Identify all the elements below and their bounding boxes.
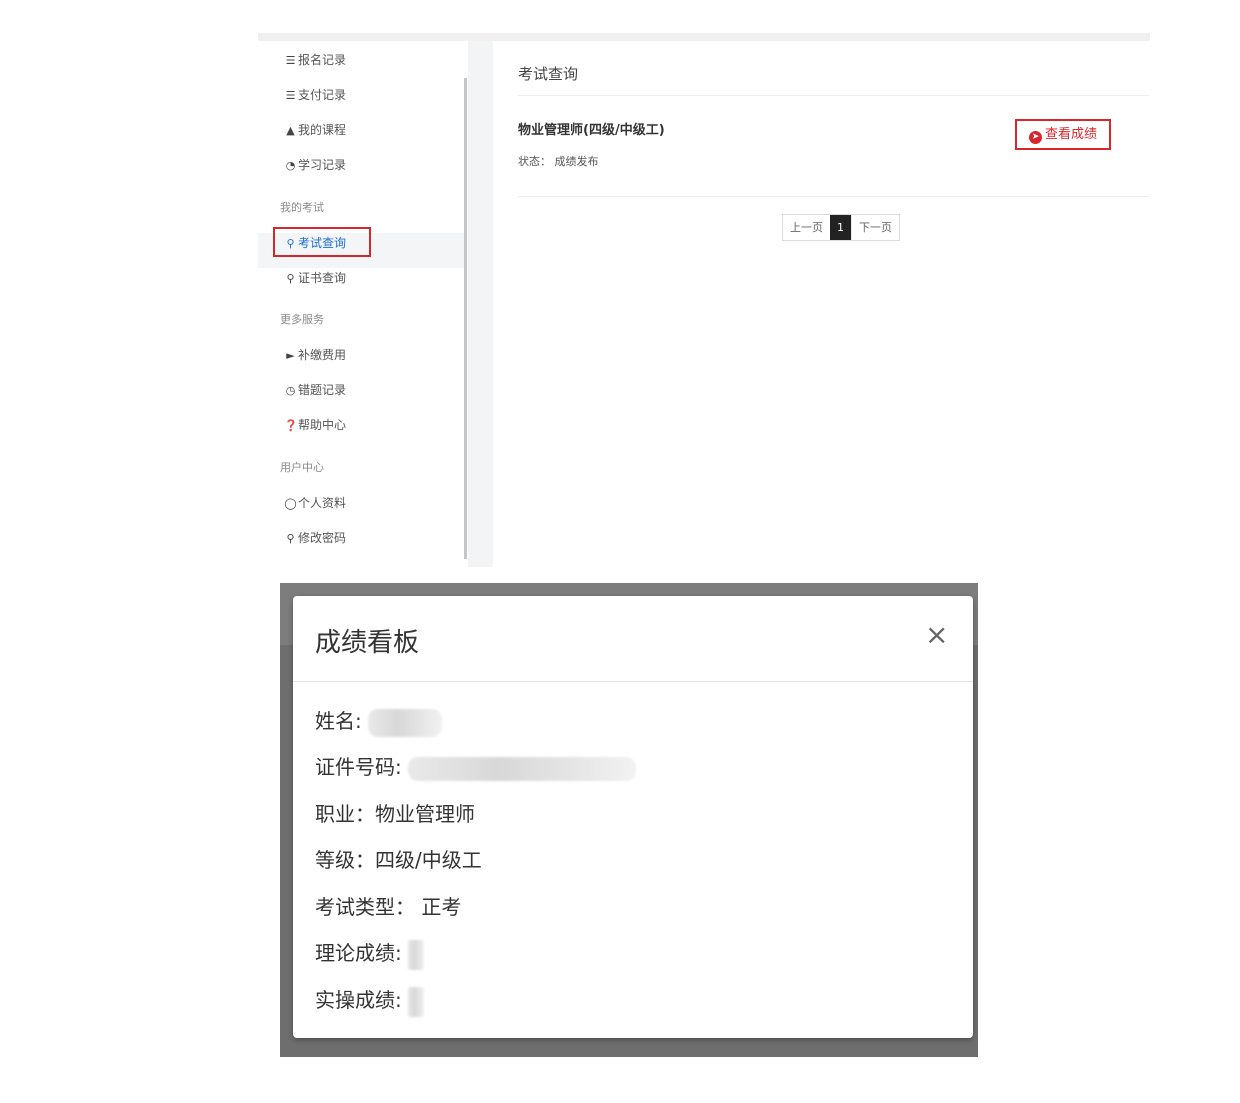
- field-practical-label: 实操成绩:: [315, 988, 402, 1012]
- sidebar-item-label: 报名记录: [298, 53, 347, 67]
- field-theory-score: 理论成绩:: [315, 938, 425, 970]
- sidebar-item-registration-records[interactable]: ☰ 报名记录: [284, 50, 346, 70]
- sidebar-item-wrong-questions[interactable]: ◷ 错题记录: [284, 380, 346, 400]
- prev-page-button[interactable]: 上一页: [783, 215, 830, 240]
- sidebar-item-label: 考试查询: [298, 236, 347, 250]
- redacted-theory-score: [408, 939, 425, 970]
- sidebar-item-study-records[interactable]: ◔ 学习记录: [284, 155, 346, 175]
- search-icon: ⚲: [286, 272, 295, 285]
- layout-gutter: [468, 41, 493, 567]
- nav-group-more-services: 更多服务: [280, 313, 324, 326]
- modal-title: 成绩看板: [315, 628, 420, 658]
- view-score-button[interactable]: ➤ 查看成绩: [1015, 119, 1111, 150]
- sidebar-item-my-courses[interactable]: ▲ 我的课程: [284, 120, 346, 140]
- score-board-modal: 成绩看板 × 姓名: 证件号码: 职业：物业管理师 等级：四级/中级工 考试类型…: [293, 596, 973, 1038]
- list-icon: ☰: [285, 89, 296, 102]
- score-modal-overlay: 成绩看板 × 姓名: 证件号码: 职业：物业管理师 等级：四级/中级工 考试类型…: [280, 583, 978, 1057]
- field-id-number: 证件号码:: [315, 752, 637, 782]
- sidebar-item-payment-records[interactable]: ☰ 支付记录: [284, 85, 346, 105]
- modal-divider: [293, 681, 973, 682]
- exam-query-page: ☰ 报名记录 ☰ 支付记录 ▲ 我的课程 ◔ 学习记录 我的考试 ⚲ 考试查询 ⚲ 证书查询…: [258, 33, 1150, 567]
- question-circle-icon: ❓: [284, 419, 298, 432]
- sidebar-item-change-password[interactable]: ⚲ 修改密码: [284, 528, 346, 548]
- view-score-label: 查看成绩: [1044, 127, 1097, 142]
- sidebar-item-label: 错题记录: [298, 383, 347, 397]
- sidebar-item-label: 证书查询: [298, 271, 347, 285]
- divider: [518, 95, 1150, 96]
- field-name-label: 姓名:: [315, 709, 362, 733]
- sidebar-item-label: 帮助中心: [298, 418, 347, 432]
- arrow-circle-right-icon: ➤: [1028, 131, 1042, 144]
- user-icon: ◯: [284, 497, 297, 510]
- sidebar-item-exam-query[interactable]: ⚲ 考试查询: [284, 233, 346, 253]
- sidebar: ☰ 报名记录 ☰ 支付记录 ▲ 我的课程 ◔ 学习记录 我的考试 ⚲ 考试查询 ⚲ 证书查询…: [258, 41, 468, 567]
- sidebar-item-label: 支付记录: [298, 88, 347, 102]
- sidebar-item-label: 我的课程: [298, 123, 347, 137]
- nav-group-user-center: 用户中心: [280, 461, 324, 474]
- key-icon: ⚲: [286, 532, 295, 545]
- field-id-label: 证件号码:: [315, 755, 402, 779]
- tags-icon: ►: [286, 349, 295, 362]
- page-title: 考试查询: [518, 65, 579, 83]
- exam-status: 状态： 成绩发布: [518, 155, 599, 168]
- field-theory-label: 理论成绩:: [315, 941, 402, 965]
- sidebar-item-certificate-query[interactable]: ⚲ 证书查询: [284, 268, 346, 288]
- sidebar-item-label: 修改密码: [298, 531, 347, 545]
- sidebar-item-label: 个人资料: [298, 496, 347, 510]
- top-strip: [258, 33, 1150, 41]
- clock-icon: ◷: [285, 384, 296, 397]
- nav-group-my-exams: 我的考试: [280, 201, 324, 214]
- graduation-cap-icon: ▲: [286, 124, 295, 137]
- sidebar-item-profile[interactable]: ◯个人资料: [284, 493, 346, 513]
- sidebar-item-supplementary-fees[interactable]: ► 补缴费用: [284, 345, 346, 365]
- field-name: 姓名:: [315, 706, 443, 737]
- main-content: 考试查询 物业管理师(四级/中级工) 状态： 成绩发布 ➤ 查看成绩 上一页 1 …: [493, 41, 1150, 567]
- search-icon: ⚲: [286, 237, 295, 250]
- pagination: 上一页 1 下一页: [782, 214, 900, 241]
- next-page-button[interactable]: 下一页: [851, 215, 899, 240]
- pie-chart-icon: ◔: [285, 159, 296, 172]
- sidebar-scrollbar[interactable]: [464, 78, 467, 559]
- divider: [518, 196, 1150, 197]
- redacted-name: [368, 708, 443, 737]
- field-occupation: 职业：物业管理师: [315, 802, 475, 826]
- sidebar-item-label: 补缴费用: [298, 348, 347, 362]
- page-1-button[interactable]: 1: [830, 215, 851, 240]
- sidebar-item-help-center[interactable]: ❓帮助中心: [284, 415, 346, 435]
- redacted-id-number: [408, 756, 637, 781]
- list-icon: ☰: [285, 54, 296, 67]
- field-level: 等级：四级/中级工: [315, 848, 482, 872]
- field-practical-score: 实操成绩:: [315, 985, 425, 1017]
- field-exam-type: 考试类型： 正考: [315, 895, 462, 919]
- sidebar-item-label: 学习记录: [298, 158, 347, 172]
- close-icon[interactable]: ×: [925, 620, 948, 650]
- redacted-practical-score: [408, 986, 425, 1017]
- exam-name: 物业管理师(四级/中级工): [518, 123, 665, 138]
